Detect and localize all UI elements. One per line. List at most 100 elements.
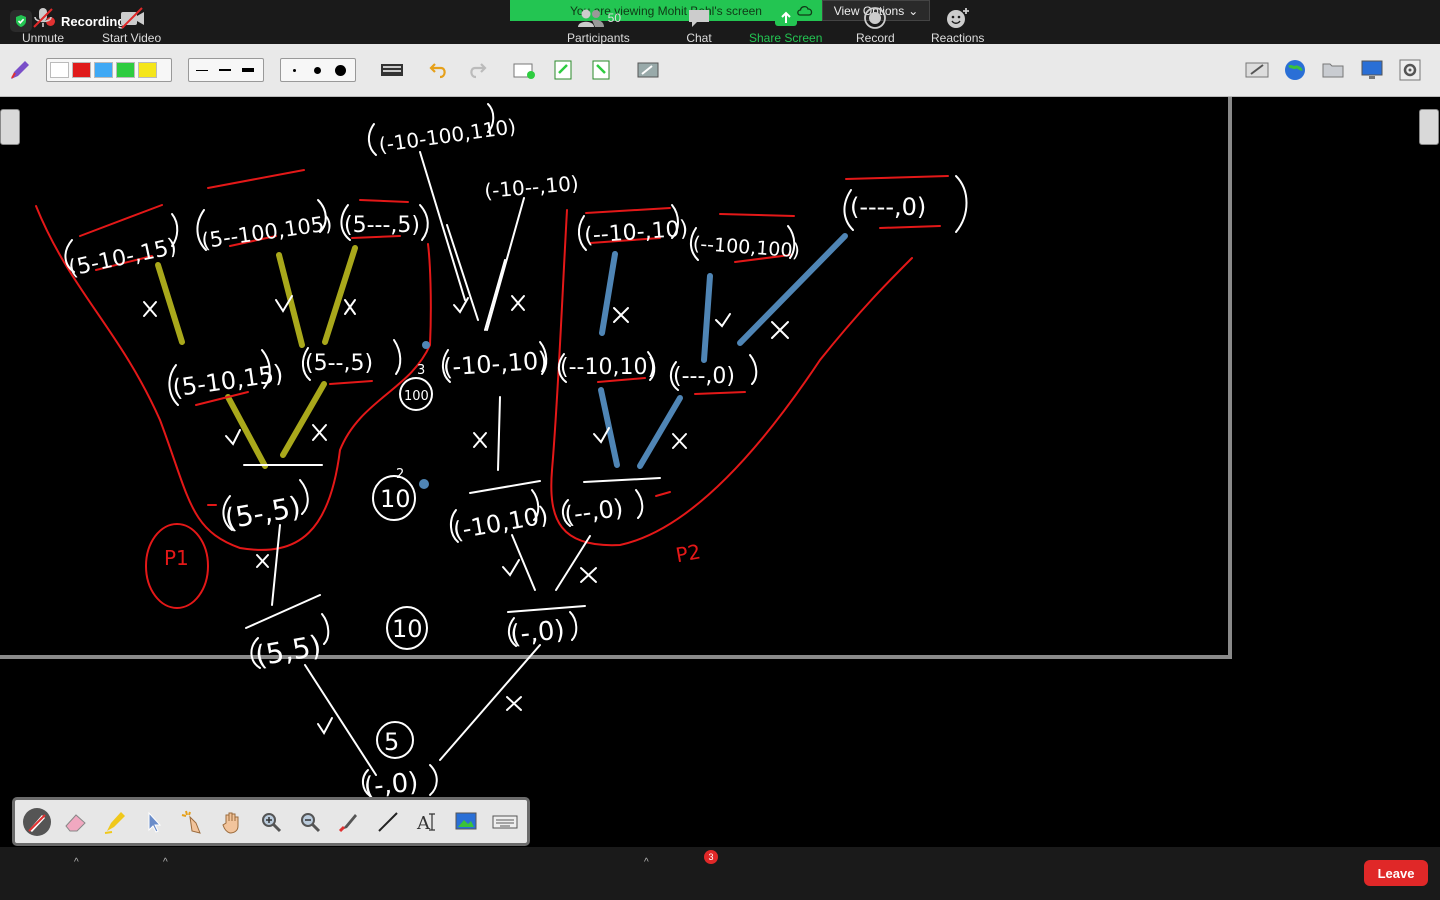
- new-page-icon[interactable]: [510, 56, 538, 84]
- svg-text:A: A: [416, 813, 431, 834]
- shared-screen-whiteboard[interactable]: (-10-100,110) (-10--,10) (5-10-,15) (5--…: [0, 97, 1440, 847]
- leave-button[interactable]: Leave: [1364, 860, 1428, 886]
- dot-size-small[interactable]: [284, 62, 304, 78]
- color-swatch-yellow[interactable]: [138, 62, 157, 78]
- chat-bubble-icon: [686, 5, 712, 31]
- chat-unread-badge: 3: [704, 850, 718, 864]
- line-icon[interactable]: [372, 806, 404, 838]
- keyboard-icon[interactable]: [378, 56, 406, 84]
- zoom-out-icon[interactable]: [294, 806, 326, 838]
- eraser-icon[interactable]: [60, 806, 92, 838]
- share-screen-label: Share Screen: [749, 31, 823, 45]
- image-icon[interactable]: [450, 806, 482, 838]
- start-video-button[interactable]: Start Video: [102, 5, 161, 45]
- color-swatch-red[interactable]: [72, 62, 91, 78]
- pointer-icon[interactable]: [138, 806, 170, 838]
- line-width-medium[interactable]: [215, 62, 235, 78]
- side-value: 10: [392, 615, 423, 643]
- side-value: 100: [404, 389, 429, 404]
- participants-button[interactable]: 50 Participants: [567, 5, 630, 45]
- color-picker-group: [46, 58, 172, 82]
- reactions-icon: [945, 5, 971, 31]
- node-label: (5--100,105): [200, 211, 334, 253]
- color-swatch-green[interactable]: [116, 62, 135, 78]
- node-label: (-10-100,110): [377, 114, 517, 157]
- audio-options-caret[interactable]: ^: [74, 857, 79, 868]
- node-label: (-,0): [509, 615, 566, 651]
- edit-screen-icon[interactable]: [1243, 56, 1271, 84]
- chevron-down-icon: ⌄: [908, 3, 919, 18]
- node-label: (---,0): [673, 364, 735, 389]
- node-label: (5,5): [253, 629, 324, 673]
- settings-gear-icon[interactable]: [1396, 56, 1424, 84]
- side-value: 3: [417, 363, 425, 378]
- top-bar: Recording You are viewing Mohit Behl's s…: [0, 0, 1440, 44]
- side-value: 10: [380, 485, 411, 513]
- hand-icon[interactable]: [216, 806, 248, 838]
- record-button[interactable]: Record: [856, 5, 895, 45]
- undo-icon[interactable]: [425, 56, 453, 84]
- color-swatch-white[interactable]: [50, 62, 69, 78]
- line-width-thick[interactable]: [238, 62, 258, 78]
- node-brackets: [64, 103, 968, 797]
- video-options-caret[interactable]: ^: [163, 857, 168, 868]
- line-width-group: [188, 58, 264, 82]
- dot-size-group: [280, 58, 356, 82]
- chat-button[interactable]: Chat: [686, 5, 712, 45]
- redo-icon[interactable]: [463, 56, 491, 84]
- side-value: 2: [396, 467, 404, 482]
- start-video-label: Start Video: [102, 31, 162, 45]
- node-label: (--100,100): [692, 233, 800, 262]
- side-value: 5: [384, 728, 399, 756]
- node-label: (5---,5): [344, 213, 420, 238]
- participants-icon: 50: [576, 5, 621, 31]
- drawing-tools-palette: A: [12, 797, 530, 846]
- dot-size-medium[interactable]: [307, 62, 327, 78]
- pen-settings-icon[interactable]: [6, 56, 34, 84]
- monitor-icon[interactable]: [1358, 56, 1386, 84]
- prev-page-icon[interactable]: [549, 56, 577, 84]
- chat-label: Chat: [686, 31, 712, 45]
- participant-count: 50: [607, 11, 622, 25]
- video-off-icon: [117, 5, 147, 31]
- node-label: (--,0): [563, 494, 625, 530]
- unmute-button[interactable]: Unmute: [22, 5, 64, 45]
- annotation-toolbar: [0, 44, 1440, 97]
- node-label: (-10,10): [451, 501, 550, 545]
- pen-icon[interactable]: [21, 806, 53, 838]
- line-width-thin[interactable]: [192, 62, 212, 78]
- node-label: (5--,5): [305, 351, 373, 376]
- brush-icon[interactable]: [333, 806, 365, 838]
- reactions-button[interactable]: Reactions: [931, 5, 984, 45]
- keyboard-icon[interactable]: [489, 806, 521, 838]
- color-swatch-blue[interactable]: [94, 62, 113, 78]
- dot-size-large[interactable]: [330, 62, 350, 78]
- player-label-p2: P2: [674, 539, 703, 567]
- globe-icon[interactable]: [1281, 56, 1309, 84]
- player-label-p1: P1: [164, 546, 189, 570]
- node-label: (--10-,10): [583, 217, 688, 249]
- node-label: (-10-,10): [442, 346, 548, 381]
- node-label: (----,0): [850, 193, 926, 221]
- highlighter-icon[interactable]: [99, 806, 131, 838]
- side-value-labels: 100 10 10 5 3 2: [380, 363, 429, 756]
- folder-icon[interactable]: [1319, 56, 1347, 84]
- ink-drawing: (-10-100,110) (-10--,10) (5-10-,15) (5--…: [35, 103, 968, 803]
- unmute-label: Unmute: [22, 31, 65, 45]
- meeting-controls-bar: [0, 847, 1440, 900]
- node-labels: (-10-100,110) (-10--,10) (5-10-,15) (5--…: [66, 114, 926, 803]
- share-screen-button[interactable]: Share Screen: [749, 5, 822, 45]
- node-label: (-10--,10): [483, 171, 579, 203]
- text-icon[interactable]: A: [411, 806, 443, 838]
- participants-options-caret[interactable]: ^: [644, 857, 649, 868]
- next-page-icon[interactable]: [587, 56, 615, 84]
- node-label: (5-,5): [222, 490, 303, 536]
- node-label: (--10,10): [560, 355, 656, 380]
- record-icon: [863, 5, 887, 31]
- record-label: Record: [856, 31, 895, 45]
- share-screen-icon: [773, 5, 799, 31]
- zoom-in-icon[interactable]: [255, 806, 287, 838]
- magic-pointer-icon[interactable]: [177, 806, 209, 838]
- clear-screen-icon[interactable]: [634, 56, 662, 84]
- muted-mic-icon: [30, 5, 56, 31]
